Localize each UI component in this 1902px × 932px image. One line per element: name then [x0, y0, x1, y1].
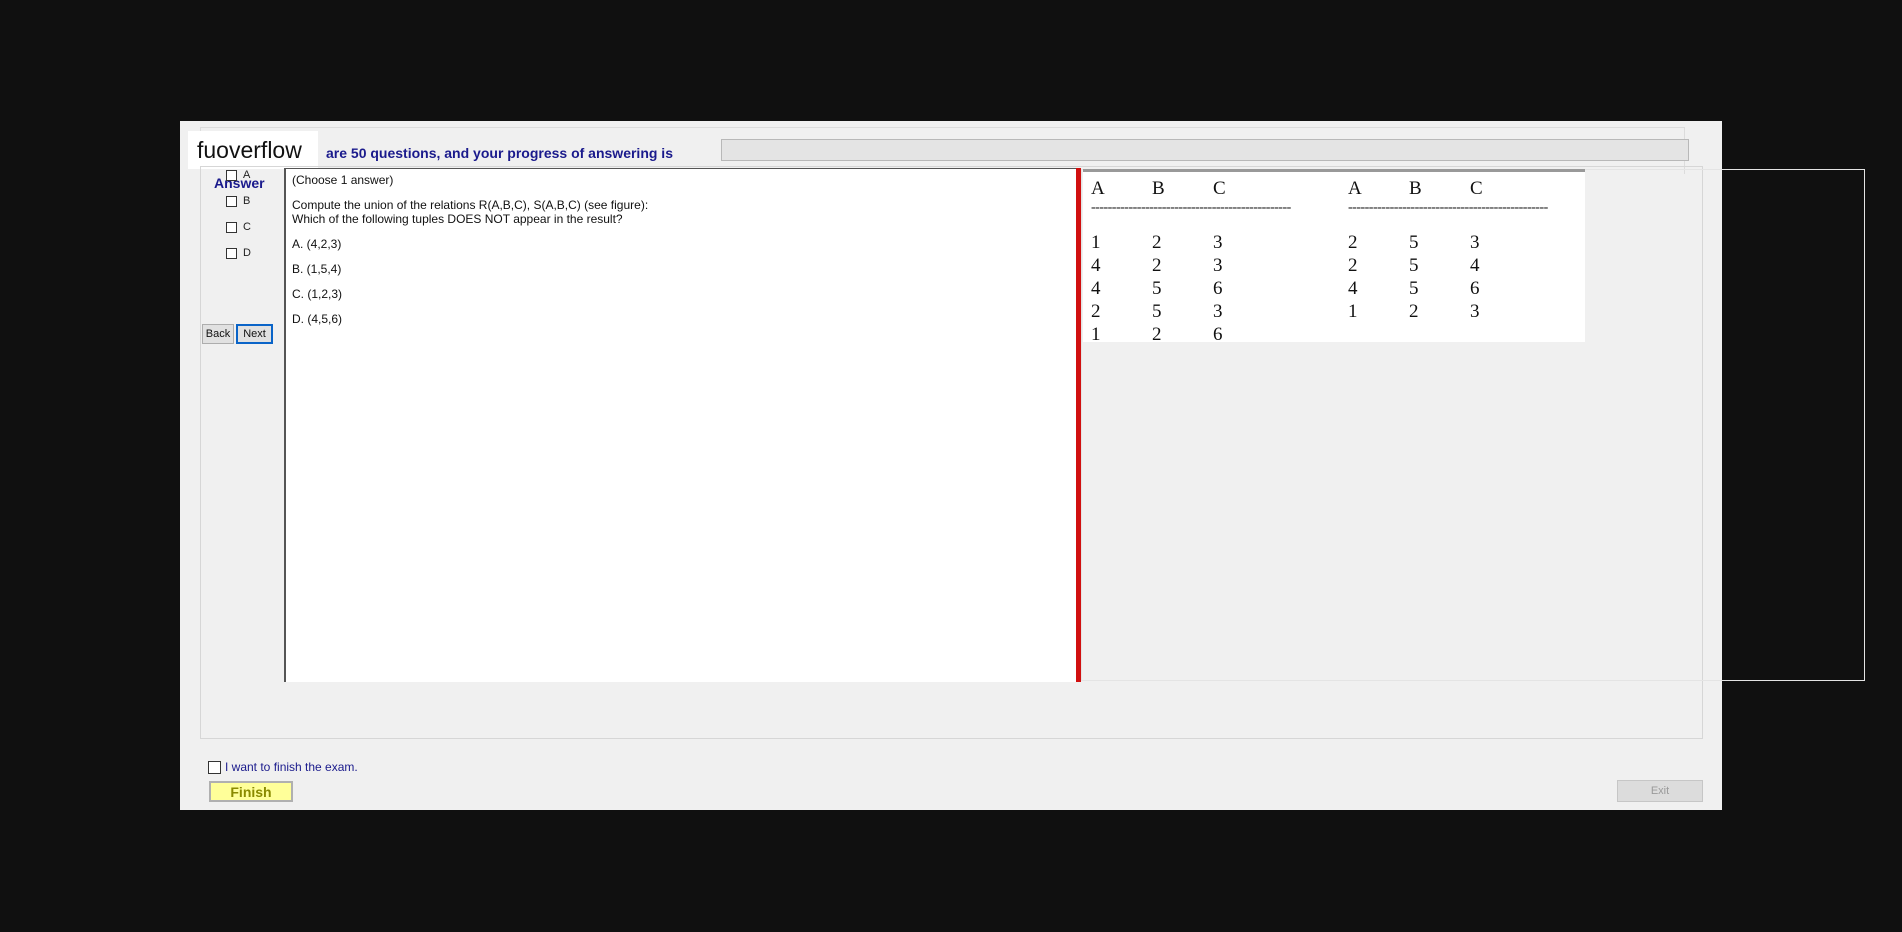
cell: 6	[1213, 324, 1223, 345]
exit-button[interactable]: Exit	[1617, 780, 1703, 802]
cell: 5	[1409, 278, 1419, 299]
cell: 3	[1470, 301, 1480, 322]
column-header: B	[1152, 178, 1165, 199]
finish-exam-label: I want to finish the exam.	[225, 760, 358, 774]
table-row: 4 5 6	[1348, 278, 1578, 301]
relation-s-table: A B C ----------------------------------…	[1348, 178, 1578, 324]
table-header-row: A B C	[1348, 178, 1578, 201]
question-text-line1: Compute the union of the relations R(A,B…	[292, 198, 649, 212]
table-header-row: A B C	[1091, 178, 1321, 201]
relation-r-table: A B C ----------------------------------…	[1091, 178, 1321, 347]
cell: 1	[1091, 324, 1101, 345]
cell: 6	[1470, 278, 1480, 299]
progress-bar	[721, 139, 1689, 161]
column-header: B	[1409, 178, 1422, 199]
answer-option-label: C	[243, 221, 251, 233]
answer-option-label: B	[243, 195, 251, 207]
answer-option-c[interactable]: C	[226, 221, 251, 233]
checkbox-icon[interactable]	[208, 760, 221, 774]
cell: 3	[1213, 255, 1223, 276]
column-header: C	[1470, 178, 1483, 199]
next-button[interactable]: Next	[236, 324, 273, 344]
cell: 4	[1470, 255, 1480, 276]
cell: 4	[1348, 278, 1358, 299]
cell: 4	[1091, 255, 1101, 276]
cell: 2	[1348, 255, 1358, 276]
table-row: 4 2 3	[1091, 255, 1321, 278]
question-instruction: (Choose 1 answer)	[292, 173, 394, 187]
choice-c: C. (1,2,3)	[292, 287, 343, 301]
table-row: 1 2 3	[1348, 301, 1578, 324]
back-button[interactable]: Back	[202, 324, 234, 344]
finish-exam-checkbox[interactable]: I want to finish the exam.	[208, 760, 358, 774]
table-row: 2 5 3	[1091, 301, 1321, 324]
cell: 3	[1213, 232, 1223, 253]
answer-option-d[interactable]: D	[226, 247, 251, 259]
table-row: 1 2 3	[1091, 232, 1321, 255]
checkbox-icon[interactable]	[226, 247, 237, 259]
cell: 4	[1091, 278, 1101, 299]
checkbox-icon[interactable]	[226, 221, 237, 233]
cell: 1	[1091, 232, 1101, 253]
cell: 1	[1348, 301, 1358, 322]
relations-figure: A B C ----------------------------------…	[1083, 169, 1585, 345]
answer-option-b[interactable]: B	[226, 195, 250, 207]
column-header: C	[1213, 178, 1226, 199]
cell: 2	[1152, 324, 1162, 345]
separator-line: ----------------------------------------…	[1348, 204, 1548, 215]
cell: 5	[1152, 301, 1162, 322]
cell: 3	[1213, 301, 1223, 322]
table-row: 1 2 6	[1091, 324, 1321, 347]
separator-line: ----------------------------------------…	[1091, 204, 1291, 215]
choice-a: A. (4,2,3)	[292, 237, 342, 251]
logo: fuoverflow	[188, 131, 318, 169]
question-text-line2: Which of the following tuples DOES NOT a…	[292, 212, 623, 226]
cell: 5	[1409, 232, 1419, 253]
table-row: 2 5 4	[1348, 255, 1578, 278]
progress-text: are 50 questions, and your progress of a…	[326, 145, 673, 161]
cell: 2	[1152, 255, 1162, 276]
finish-button[interactable]: Finish	[209, 781, 293, 802]
cell: 2	[1348, 232, 1358, 253]
cell: 6	[1213, 278, 1223, 299]
cell: 2	[1409, 301, 1419, 322]
cell: 5	[1409, 255, 1419, 276]
exam-window: fuoverflow are 50 questions, and your pr…	[180, 121, 1865, 810]
answer-option-a[interactable]: A	[226, 169, 250, 181]
column-header: A	[1348, 178, 1362, 199]
checkbox-icon[interactable]	[226, 169, 237, 181]
answer-option-label: A	[243, 169, 251, 181]
table-row: 4 5 6	[1091, 278, 1321, 301]
choice-d: D. (4,5,6)	[292, 312, 343, 326]
cell: 5	[1152, 278, 1162, 299]
cell: 2	[1152, 232, 1162, 253]
cell: 2	[1091, 301, 1101, 322]
answer-option-label: D	[243, 247, 251, 259]
column-header: A	[1091, 178, 1105, 199]
question-panel: (Choose 1 answer) Compute the union of t…	[284, 168, 1079, 682]
cell: 3	[1470, 232, 1480, 253]
table-row: 2 5 3	[1348, 232, 1578, 255]
choice-b: B. (1,5,4)	[292, 262, 342, 276]
checkbox-icon[interactable]	[226, 195, 237, 207]
